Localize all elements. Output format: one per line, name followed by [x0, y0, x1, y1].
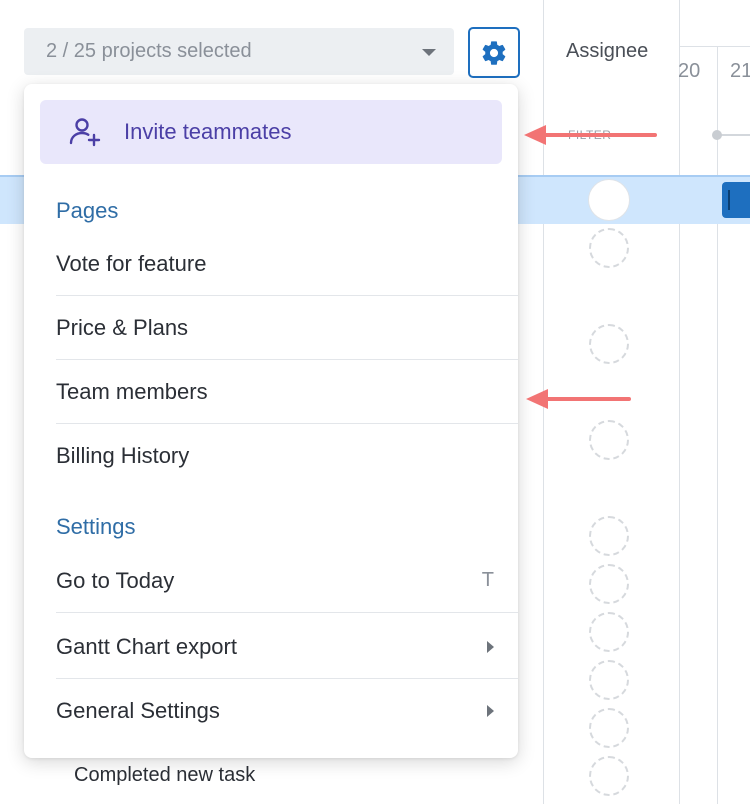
assignee-avatar-slot[interactable] [589, 612, 629, 652]
settings-dropdown-menu: Invite teammates Pages Vote for feature … [24, 84, 518, 758]
assignee-column-header[interactable]: Assignee [566, 40, 648, 63]
menu-item-general-settings[interactable]: General Settings [56, 679, 518, 743]
pages-section-title: Pages [56, 198, 119, 223]
invite-teammates-button[interactable]: Invite teammates [40, 100, 502, 164]
menu-item-team-members[interactable]: Team members [56, 360, 518, 424]
projects-selector[interactable]: 2 / 25 projects selected [24, 28, 454, 75]
chevron-down-icon [422, 49, 436, 56]
user-plus-icon [69, 118, 101, 147]
assignee-avatar-slot[interactable] [589, 516, 629, 556]
menu-item-label: Billing History [56, 443, 190, 468]
menu-item-label: Team members [56, 378, 208, 404]
assignee-avatar-slot[interactable] [589, 180, 629, 220]
menu-item-vote-for-feature[interactable]: Vote for feature [56, 232, 518, 296]
settings-section-title: Settings [56, 514, 136, 539]
column-divider [679, 0, 680, 804]
timeline-header-divider [680, 46, 750, 47]
assignee-avatar-slot[interactable] [589, 708, 629, 748]
assignee-avatar-slot[interactable] [589, 420, 629, 460]
timeline-day: 20 [678, 60, 701, 82]
timeline-divider [717, 46, 718, 804]
assignee-avatar-slot[interactable] [589, 756, 629, 796]
menu-item-label: Gantt Chart export [56, 633, 237, 659]
keyboard-shortcut: T [481, 569, 494, 591]
timeline-day: 21 [730, 60, 750, 82]
assignee-avatar-slot[interactable] [589, 324, 629, 364]
menu-item-label: Vote for feature [56, 250, 207, 276]
assignee-avatar-slot[interactable] [589, 660, 629, 700]
invite-teammates-label: Invite teammates [124, 119, 292, 144]
chevron-right-icon [487, 705, 494, 717]
assignee-avatar-slot[interactable] [589, 228, 629, 268]
annotation-arrow-icon [524, 125, 657, 145]
projects-selector-label: 2 / 25 projects selected [46, 40, 252, 62]
menu-item-gantt-chart-export[interactable]: Gantt Chart export [56, 615, 518, 679]
annotation-arrow-icon [526, 389, 631, 409]
menu-item-billing-history[interactable]: Billing History [56, 424, 518, 488]
menu-item-price-plans[interactable]: Price & Plans [56, 296, 518, 360]
menu-item-label: Price & Plans [56, 314, 189, 340]
gear-icon [482, 40, 506, 65]
menu-item-label: Go to Today [56, 567, 175, 593]
gantt-task-bar[interactable] [722, 182, 750, 218]
timeline-zoom-handle[interactable] [712, 130, 722, 140]
settings-button[interactable] [468, 27, 520, 78]
assignee-avatar-slot[interactable] [589, 564, 629, 604]
menu-item-go-to-today[interactable]: Go to Today T [56, 549, 518, 613]
menu-item-label: General Settings [56, 698, 220, 723]
chevron-right-icon [487, 640, 494, 653]
task-name[interactable]: Completed new task [74, 764, 255, 787]
